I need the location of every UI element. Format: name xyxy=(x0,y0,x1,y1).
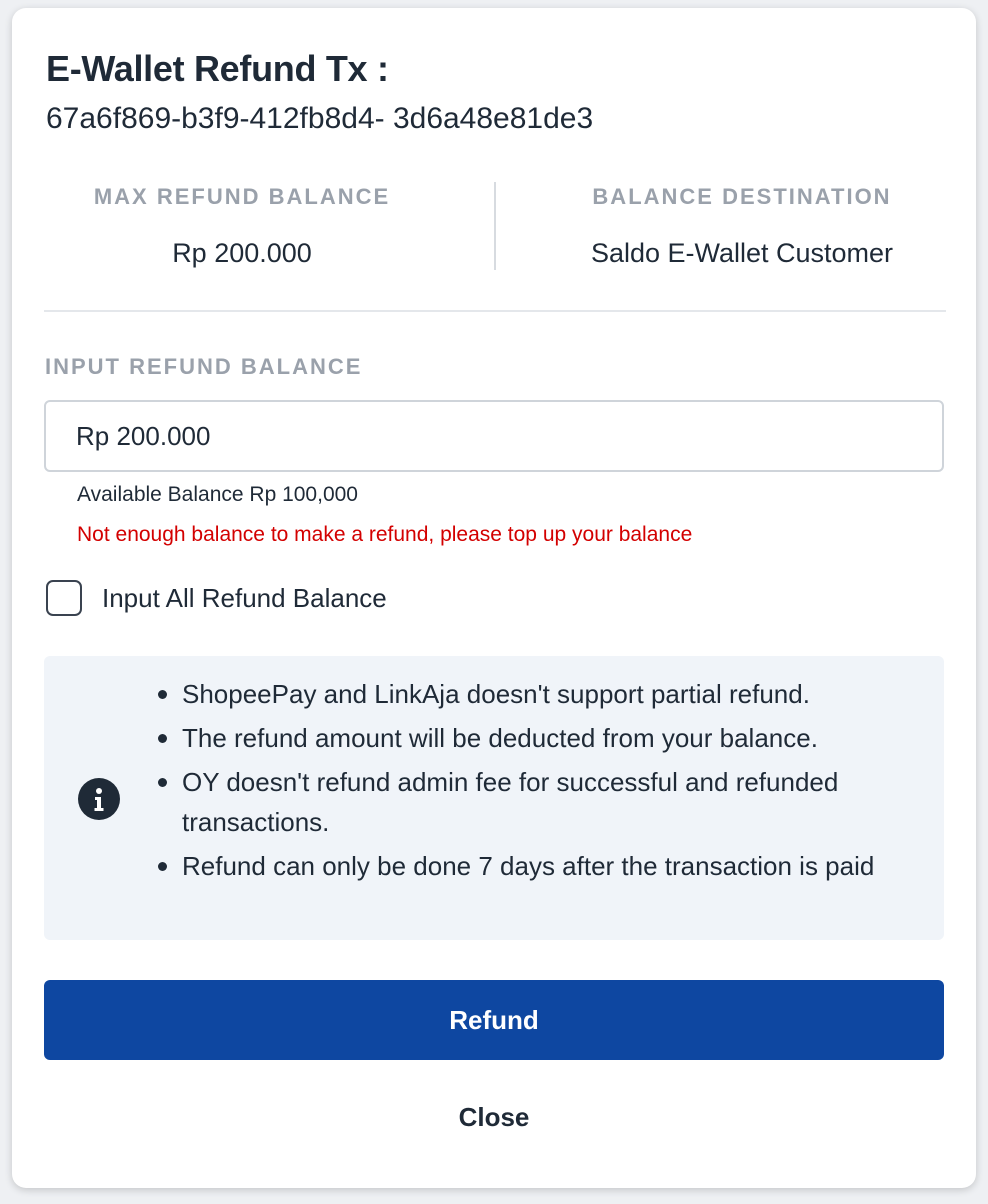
balance-destination-label: BALANCE DESTINATION xyxy=(592,184,892,209)
info-item-partial-refund: ShopeePay and LinkAja doesn't support pa… xyxy=(154,674,924,714)
max-refund-summary: MAX REFUND BALANCE Rp 200.000 xyxy=(22,184,462,269)
input-all-refund-checkbox-row[interactable]: Input All Refund Balance xyxy=(46,580,387,616)
refund-amount-input[interactable] xyxy=(44,400,944,472)
insufficient-balance-error: Not enough balance to make a refund, ple… xyxy=(77,523,693,546)
refund-info-list: ShopeePay and LinkAja doesn't support pa… xyxy=(154,674,924,890)
info-icon xyxy=(78,778,120,820)
info-item-admin-fee: OY doesn't refund admin fee for successf… xyxy=(154,762,924,842)
close-button[interactable]: Close xyxy=(394,1092,594,1142)
input-all-refund-label[interactable]: Input All Refund Balance xyxy=(102,583,387,614)
refund-modal: E-Wallet Refund Tx : 67a6f869-b3f9-412fb… xyxy=(12,8,976,1188)
max-refund-label: MAX REFUND BALANCE xyxy=(93,184,391,209)
info-item-deduction: The refund amount will be deducted from … xyxy=(154,718,924,758)
input-all-refund-checkbox[interactable] xyxy=(46,580,82,616)
summary-divider xyxy=(494,182,496,270)
refund-button[interactable]: Refund xyxy=(44,980,944,1060)
balance-destination-summary: BALANCE DESTINATION Saldo E-Wallet Custo… xyxy=(522,184,962,269)
balance-destination-value: Saldo E-Wallet Customer xyxy=(590,238,894,268)
available-balance-text: Available Balance Rp 100,000 xyxy=(77,483,358,506)
refund-input-label: INPUT REFUND BALANCE xyxy=(45,354,363,379)
refund-info-box: ShopeePay and LinkAja doesn't support pa… xyxy=(44,656,944,940)
max-refund-value: Rp 200.000 xyxy=(172,238,312,268)
info-item-refund-window: Refund can only be done 7 days after the… xyxy=(154,846,924,886)
modal-title: E-Wallet Refund Tx : xyxy=(46,48,389,89)
transaction-id: 67a6f869-b3f9-412fb8d4- 3d6a48e81de3 xyxy=(46,102,594,135)
section-divider xyxy=(44,310,946,312)
